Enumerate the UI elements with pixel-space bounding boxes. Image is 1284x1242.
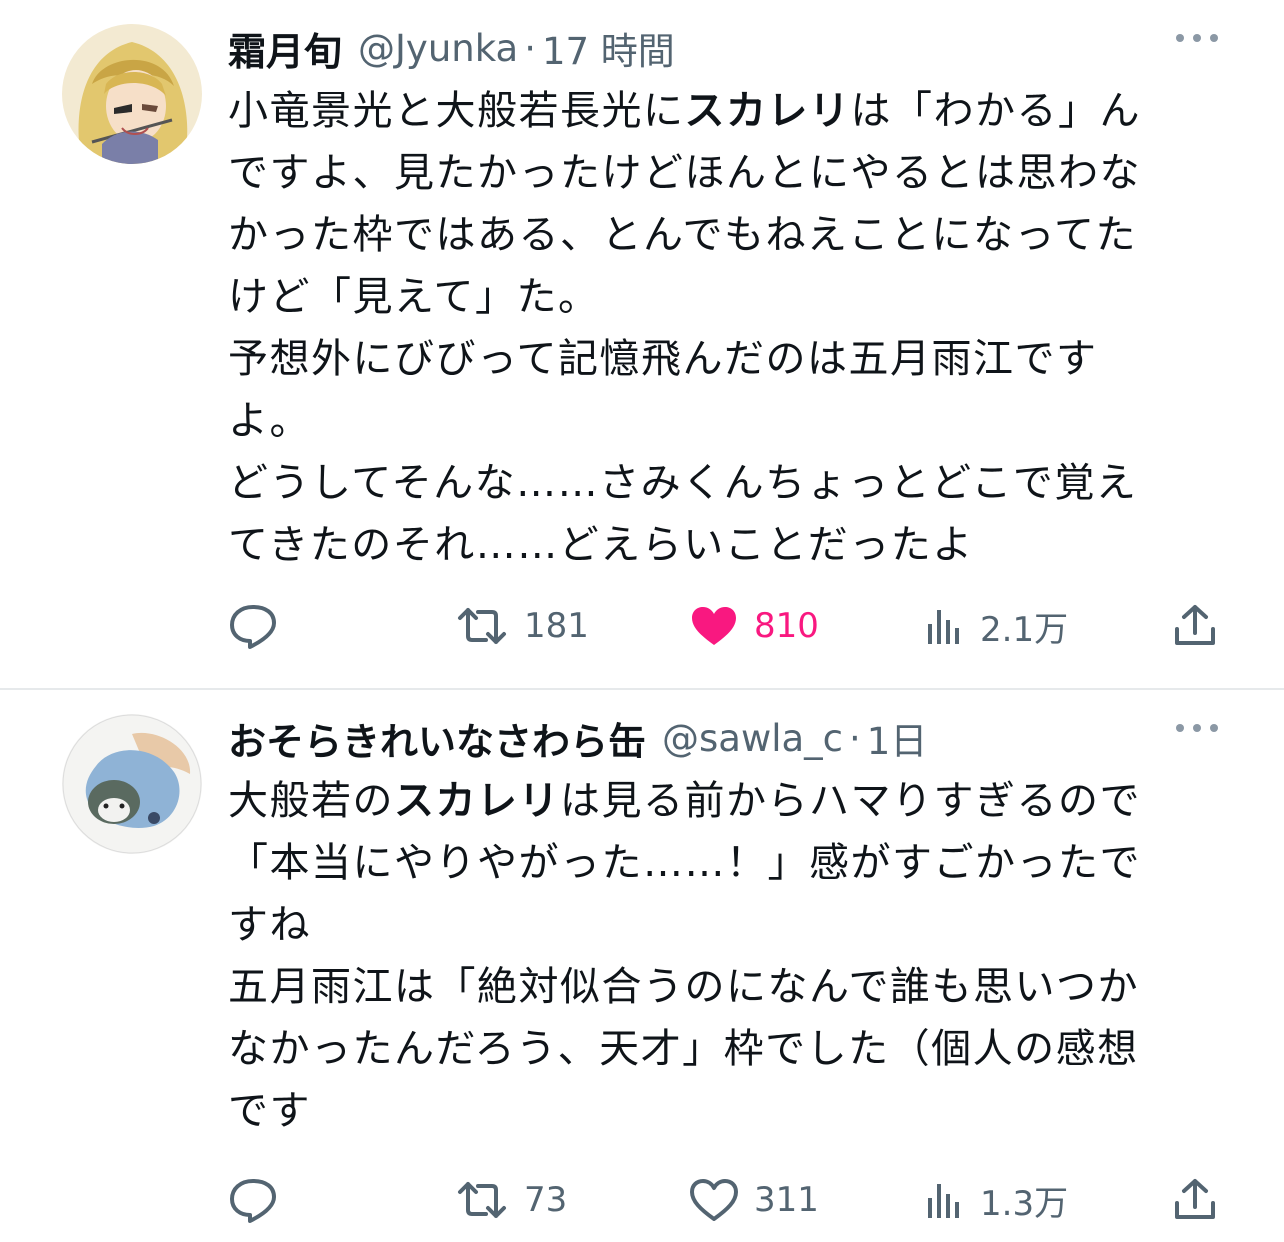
like-button[interactable]: 311 [690,1170,819,1230]
text-line: です [228,1088,311,1134]
avatar[interactable] [62,714,202,854]
share-icon [1175,1179,1215,1219]
separator: · [849,716,861,760]
views-icon [928,1184,959,1218]
retweet-button[interactable]: 181 [456,596,589,656]
text-line: 大般若のスカレリは見る前からハマりすぎるので [228,770,1218,832]
tweet-header: おそらきれいなさわら缶 @sawla_c · 1日 [228,708,1224,768]
tweet-header: 霜月旬 @Jyunka · 17 時間 [228,18,1224,78]
views-button[interactable]: 1.3万 [924,1170,1068,1230]
retweet-count: 181 [524,606,589,646]
text-line: なかったんだろう、天才」枠でした（個人の感想 [228,1026,1139,1072]
text-segment: 小竜景光と大般若長光に [228,88,685,134]
avatar[interactable] [62,24,202,164]
timestamp[interactable]: 17 時間 [542,21,675,75]
tweet-text: 小竜景光と大般若長光にスカレリは「わかる」ん ですよ、見たかったけどほんとにやる… [228,80,1218,576]
text-segment: は見る前からハマりすぎるので [560,778,1141,824]
text-line: 予想外にびびって記憶飛んだのは五月雨江です [228,336,1098,382]
tweet-text: 大般若のスカレリは見る前からハマりすぎるので 「本当にやりやがった……！」感がす… [228,770,1218,1142]
share-button[interactable] [1172,1170,1218,1230]
like-button[interactable]: 810 [690,596,819,656]
text-segment: は「わかる」ん [850,88,1141,134]
user-handle[interactable]: @Jyunka [358,27,518,70]
retweet-icon [458,1182,506,1218]
display-name[interactable]: 霜月旬 [228,21,342,76]
action-bar: 181 810 2.1万 [228,596,1228,656]
text-line: てきたのそれ……どえらいことだったよ [228,522,974,568]
text-line: 五月雨江は「絶対似合うのになんで誰も思いつか [228,964,1139,1010]
tweet[interactable]: 霜月旬 @Jyunka · 17 時間 小竜景光と大般若長光にスカレリは「わかる… [0,0,1284,688]
views-icon [928,610,959,644]
bold-text: スカレリ [684,88,851,134]
text-line: すね [228,902,311,948]
text-line: 「本当にやりやがった……！」感がすごかったで [228,840,1141,886]
retweet-count: 73 [524,1180,568,1220]
like-count: 810 [754,606,819,646]
text-line: けど「見えて」た。 [228,274,600,320]
more-icon[interactable] [1176,32,1218,44]
reply-icon [230,605,276,649]
action-bar: 73 311 1.3万 [228,1170,1228,1230]
text-line: ですよ、見たかったけどほんとにやるとは思わな [228,150,1141,196]
views-button[interactable]: 2.1万 [924,596,1068,656]
text-segment: 大般若の [228,778,394,824]
separator: · [524,26,536,70]
display-name[interactable]: おそらきれいなさわら缶 [228,711,646,766]
like-count: 311 [754,1180,819,1220]
like-icon [692,607,736,645]
retweet-button[interactable]: 73 [456,1170,567,1230]
text-line: かった枠ではある、とんでもねえことになってた [228,212,1137,258]
user-handle[interactable]: @sawla_c [662,717,843,760]
text-line: よ。 [228,398,311,444]
text-line: どうしてそんな……さみくんちょっとどこで覚え [228,460,1138,506]
views-count: 2.1万 [980,609,1069,650]
reply-button[interactable] [228,596,278,656]
share-button[interactable] [1172,596,1218,656]
reply-icon [230,1179,276,1223]
retweet-icon [458,608,506,644]
text-line: 小竜景光と大般若長光にスカレリは「わかる」ん [228,80,1218,142]
like-icon [690,1179,738,1221]
views-count: 1.3万 [980,1183,1069,1224]
share-icon [1175,605,1215,645]
tweet[interactable]: おそらきれいなさわら缶 @sawla_c · 1日 大般若のスカレリは見る前から… [0,690,1284,1242]
bold-text: スカレリ [394,778,560,824]
timestamp[interactable]: 1日 [867,711,928,765]
more-icon[interactable] [1176,722,1218,734]
reply-button[interactable] [228,1170,278,1230]
